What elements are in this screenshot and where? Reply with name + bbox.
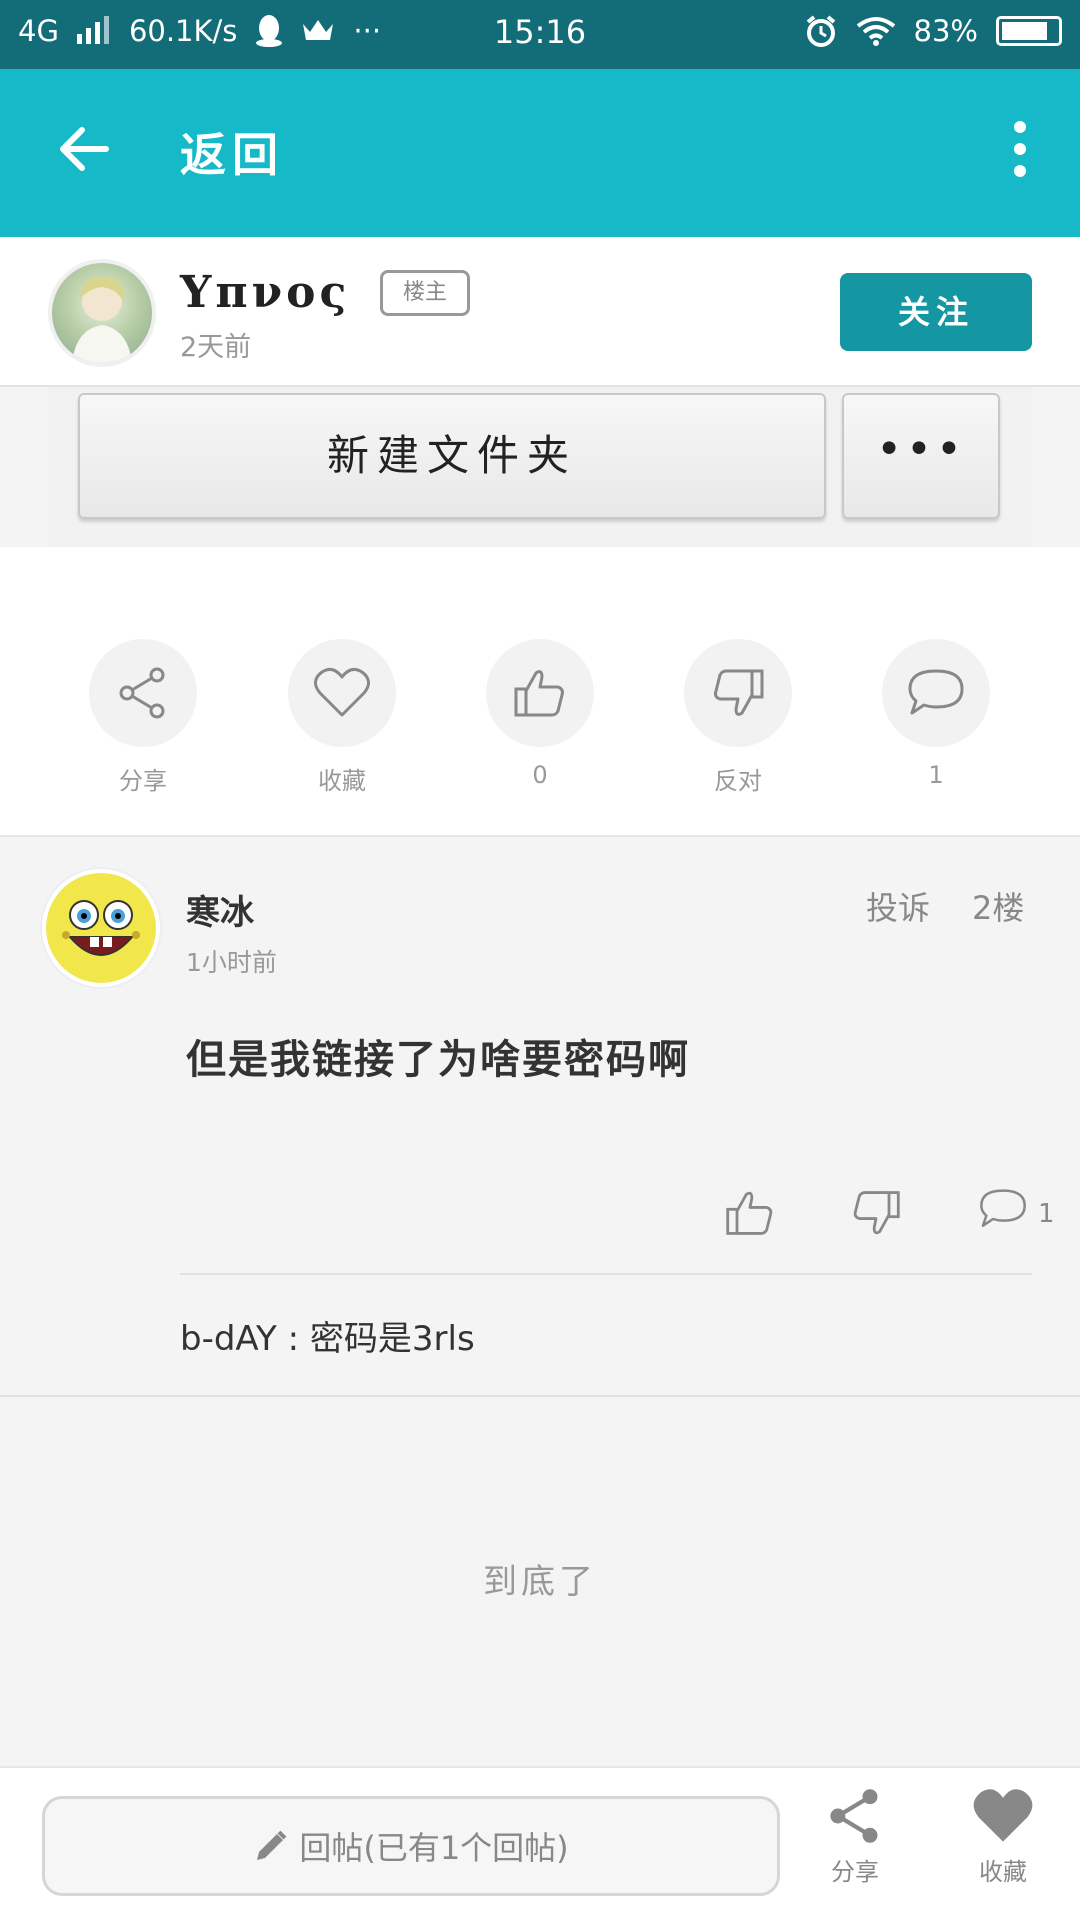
reply-bottom-divider xyxy=(0,1395,1080,1397)
bottom-favorite-label: 收藏 xyxy=(979,1858,1027,1886)
post-time: 2天前 xyxy=(180,332,252,363)
op-badge: 楼主 xyxy=(380,270,470,316)
new-folder-button-image: 新建文件夹 xyxy=(78,393,826,519)
back-arrow-icon[interactable] xyxy=(54,119,114,179)
comment-circle xyxy=(882,639,990,747)
bottom-bar: 回帖(已有1个回帖) 分享 收藏 xyxy=(0,1766,1080,1920)
bottom-share-label: 分享 xyxy=(831,1858,879,1886)
pencil-icon xyxy=(257,1830,287,1860)
favorite-label: 收藏 xyxy=(318,767,366,795)
comment-icon xyxy=(908,669,964,715)
reply-item: 寒冰 1小时前 投诉 2楼 但是我链接了为啥要密码啊 1 b-dAY : 密码是… xyxy=(0,837,1080,1397)
reply-author[interactable]: 寒冰 xyxy=(186,885,254,934)
heart-icon xyxy=(973,1789,1033,1842)
status-right: 83% xyxy=(804,14,1062,48)
dislike-label: 反对 xyxy=(714,767,762,795)
post-actions: 分享 收藏 0 反对 1 xyxy=(0,547,1080,837)
status-bar: 4G 60.1K/s ··· 15:16 83% xyxy=(0,0,1080,69)
like-count: 0 xyxy=(532,761,548,789)
dislike-action[interactable]: 反对 xyxy=(683,639,793,796)
reply-comment-icon[interactable] xyxy=(978,1187,1028,1231)
avatar-illustration xyxy=(72,276,132,363)
heart-icon xyxy=(314,667,370,717)
report-button[interactable]: 投诉 xyxy=(866,883,930,929)
reply-like-icon[interactable] xyxy=(724,1187,776,1239)
thumbs-down-icon xyxy=(714,669,764,716)
sub-reply-author[interactable]: b-dAY xyxy=(180,1319,277,1359)
more-vert-icon[interactable] xyxy=(1000,117,1040,181)
back-label[interactable]: 返回 xyxy=(180,119,284,185)
reply-avatar[interactable] xyxy=(42,869,160,987)
reply-input[interactable]: 回帖(已有1个回帖) xyxy=(42,1796,780,1896)
sub-reply[interactable]: b-dAY : 密码是3rls xyxy=(180,1311,475,1360)
post-image[interactable]: 新建文件夹 ••• xyxy=(48,387,1032,547)
follow-button[interactable]: 关注 xyxy=(840,273,1032,351)
end-of-list-text: 到底了 xyxy=(483,1562,597,1602)
share-icon xyxy=(830,1789,878,1843)
sub-reply-text: 密码是3rls xyxy=(309,1319,475,1359)
author-avatar[interactable] xyxy=(48,259,156,367)
comment-action[interactable]: 1 xyxy=(881,639,991,789)
favorite-circle xyxy=(288,639,396,747)
floor-number: 2楼 xyxy=(972,889,1025,927)
alarm-icon xyxy=(806,15,835,47)
favorite-action[interactable]: 收藏 xyxy=(287,639,397,796)
more-button-image: ••• xyxy=(842,393,1000,519)
wifi-icon xyxy=(856,17,895,46)
sponge-avatar xyxy=(46,873,156,983)
dislike-circle xyxy=(684,639,792,747)
battery-fill xyxy=(1002,22,1047,40)
share-circle xyxy=(89,639,197,747)
battery-percent: 83% xyxy=(913,14,978,48)
share-label: 分享 xyxy=(119,767,167,795)
share-icon xyxy=(119,667,165,719)
bottom-share-button[interactable]: 分享 xyxy=(800,1786,910,1887)
reply-time: 1小时前 xyxy=(186,948,277,977)
comment-count: 1 xyxy=(928,761,944,789)
sub-reply-colon: : xyxy=(276,1319,310,1359)
share-action[interactable]: 分享 xyxy=(88,639,198,796)
like-circle xyxy=(486,639,594,747)
reply-content: 但是我链接了为啥要密码啊 xyxy=(186,1037,690,1083)
author-name[interactable]: Υπνος xyxy=(180,267,350,318)
reply-input-placeholder: 回帖(已有1个回帖) xyxy=(299,1829,569,1867)
post-header: Υπνος 楼主 2天前 关注 xyxy=(0,237,1080,387)
thumbs-up-icon xyxy=(514,670,564,717)
like-action[interactable]: 0 xyxy=(485,639,595,789)
reply-comment-count: 1 xyxy=(1038,1199,1055,1229)
reply-dislike-icon[interactable] xyxy=(850,1187,902,1239)
bottom-favorite-button[interactable]: 收藏 xyxy=(948,1786,1058,1887)
battery-icon xyxy=(996,16,1062,46)
app-bar: 返回 xyxy=(0,69,1080,237)
sub-reply-divider xyxy=(180,1273,1032,1275)
